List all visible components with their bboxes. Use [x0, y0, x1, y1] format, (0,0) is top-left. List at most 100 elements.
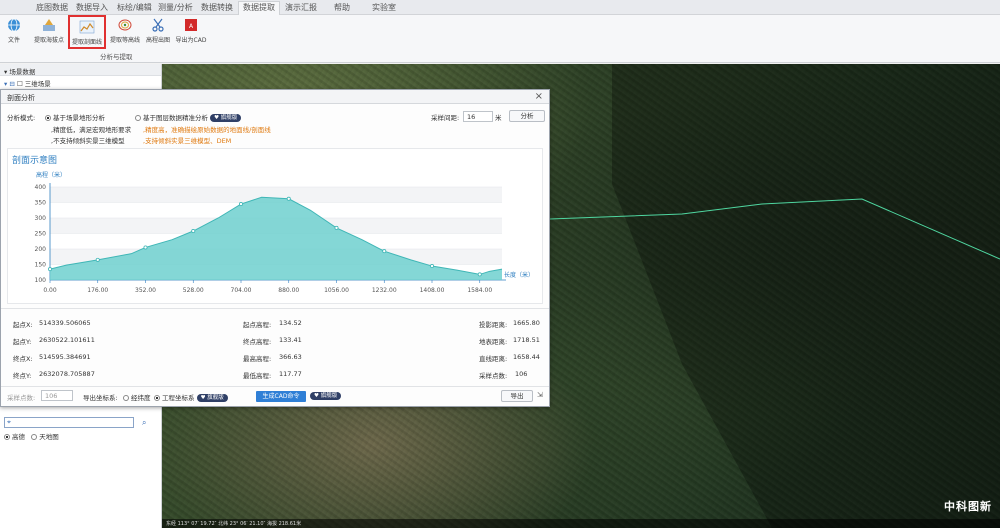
- source-label-gaode: 高德: [12, 433, 25, 441]
- sample-count-value: 106: [515, 370, 528, 378]
- mode-b-note-2: ,支持倾斜实景三维模型、DEM: [143, 137, 232, 145]
- elevation-output-label: 高程出图: [145, 37, 170, 44]
- tab-lab[interactable]: 实验室: [372, 2, 396, 15]
- profile-point: [334, 225, 339, 230]
- export-cad-button[interactable]: A 导出为CAD: [174, 17, 208, 47]
- profile-point: [286, 196, 291, 201]
- y-tick-label: 300: [35, 215, 47, 222]
- max-elev-label: 最高高程:: [243, 355, 272, 363]
- expand-icon[interactable]: ▾ ⊟: [4, 80, 15, 88]
- extract-contour-label: 提取等高线: [109, 37, 140, 44]
- scene-data-header: ▾ 场景数据: [0, 64, 161, 76]
- x-tick-label: 0.00: [43, 287, 57, 294]
- file-button[interactable]: 文件: [4, 17, 24, 47]
- min-elev-label: 最低高程:: [243, 372, 272, 380]
- profile-point: [382, 249, 387, 254]
- y-tick-label: 250: [35, 231, 47, 238]
- x-tick-label: 176.00: [87, 287, 108, 294]
- coord-flagship-badge: ♥ 旗舰版: [196, 394, 228, 402]
- coord-option-engineering[interactable]: 工程坐标系 ♥ 旗舰版: [154, 392, 228, 402]
- mode-b-option[interactable]: 基于图层数据精准分析 ♥ 旗舰版: [135, 112, 242, 122]
- profile-point: [95, 257, 100, 262]
- surface-dist-value: 1718.51: [513, 336, 540, 344]
- tab-import[interactable]: 数据导入: [76, 2, 108, 15]
- y-tick-label: 400: [35, 184, 47, 191]
- profile-point: [239, 202, 244, 207]
- x-tick-label: 1232.00: [372, 287, 397, 294]
- extract-elevation-point-label: 提取海拔点: [33, 37, 64, 44]
- coord-radio-engineering[interactable]: [154, 395, 160, 401]
- analysis-mode-label: 分析模式:: [7, 114, 36, 122]
- mode-a-radio[interactable]: [45, 115, 51, 121]
- x-tick-label: 880.00: [278, 287, 299, 294]
- source-radio-gaode[interactable]: [4, 434, 10, 440]
- coord-label-engineering: 工程坐标系: [162, 394, 195, 402]
- mode-b-radio[interactable]: [135, 115, 141, 121]
- tab-extract[interactable]: 数据提取: [238, 1, 280, 15]
- mode-a-option[interactable]: 基于场景地形分析: [45, 112, 105, 122]
- profile-area: [50, 197, 502, 280]
- tab-help[interactable]: 帮助: [334, 2, 350, 15]
- elevation-output-button[interactable]: 高程出图: [143, 17, 173, 47]
- tree-root-row[interactable]: ▾ ⊟ ☐ 三维场景: [0, 76, 161, 88]
- x-tick-label: 352.00: [135, 287, 156, 294]
- source-label-tianditu: 天地图: [39, 433, 59, 441]
- file-label: 文件: [7, 37, 20, 44]
- mountain-shadow: [612, 64, 1000, 528]
- end-y-label: 终点Y:: [13, 372, 32, 380]
- tab-convert[interactable]: 数据转换: [201, 2, 233, 15]
- surface-dist-label: 地表距离:: [479, 338, 508, 346]
- straight-dist-value: 1658.44: [513, 353, 540, 361]
- end-x-label: 终点X:: [13, 355, 33, 363]
- proj-dist-label: 投影距离:: [479, 321, 508, 329]
- export-coord-label: 导出坐标系:: [83, 394, 118, 402]
- straight-dist-label: 直线距离:: [479, 355, 508, 363]
- search-icon[interactable]: ⌕: [142, 418, 146, 428]
- export-button[interactable]: 导出: [501, 390, 533, 402]
- bottom-sample-points-label: 采样点数:: [7, 394, 36, 402]
- profile-point: [48, 267, 53, 272]
- ribbon-body: 文件 提取海拔点 提取剖面线 提取等高线 高程出图 A 导出为CAD 分析与提取: [0, 15, 1000, 63]
- tab-plot-edit[interactable]: 标绘/编辑: [117, 2, 152, 15]
- proj-dist-value: 1665.80: [513, 319, 540, 327]
- source-options: 高德 天地图: [4, 431, 59, 441]
- y-tick-label: 100: [35, 277, 47, 284]
- tab-basemap[interactable]: 底图数据: [36, 2, 68, 15]
- profile-point: [143, 245, 148, 250]
- x-tick-label: 1056.00: [324, 287, 349, 294]
- x-tick-label: 1408.00: [420, 287, 445, 294]
- stats-area: 起点X: 514339.506065 起点Y: 2630522.101611 终…: [1, 308, 549, 380]
- close-icon[interactable]: ×: [535, 91, 543, 102]
- extract-contour-button[interactable]: 提取等高线: [108, 17, 142, 47]
- tab-measure[interactable]: 测量/分析: [158, 2, 193, 15]
- start-elev-value: 134.52: [279, 319, 302, 327]
- sample-interval-input[interactable]: 16: [463, 111, 493, 122]
- checkbox-icon[interactable]: ☐: [17, 80, 23, 88]
- tab-presentation[interactable]: 演示汇报: [285, 2, 317, 15]
- profile-chart: 100 150 200 250 300 350 400 高程（米） 0.00 176.00 352.…: [35, 171, 534, 294]
- extract-profile-button[interactable]: 提取剖面线: [68, 15, 106, 49]
- x-tick-label: 528.00: [183, 287, 204, 294]
- profile-chart-panel: 剖面示意图 100 150 200 250 300 350 400 高程（米） 0.00 176.…: [7, 148, 543, 304]
- generate-cad-button[interactable]: 生成CAD命令: [256, 391, 306, 402]
- source-radio-tianditu[interactable]: [31, 434, 38, 440]
- extract-elevation-point-button[interactable]: 提取海拔点: [32, 17, 66, 47]
- coord-option-lonlat[interactable]: 经纬度: [123, 392, 151, 402]
- search-input[interactable]: ⌖: [4, 417, 134, 428]
- coord-radio-lonlat[interactable]: [123, 395, 129, 401]
- mode-a-note-2: ,不支持倾斜实景三维模型: [51, 137, 125, 145]
- x-tick-label: 704.00: [231, 287, 252, 294]
- collapse-arrow-icon[interactable]: ▾: [4, 68, 7, 76]
- analyze-button[interactable]: 分析: [509, 110, 545, 122]
- expand-icon[interactable]: ⇲: [537, 391, 543, 399]
- location-pin-icon: ⌖: [7, 418, 11, 426]
- bottom-sample-points-input[interactable]: 106: [41, 390, 73, 401]
- profile-analysis-dialog: 剖面分析 × 分析模式: 基于场景地形分析 基于图层数据精准分析 ♥ 旗舰版 ,…: [0, 89, 550, 407]
- end-elev-value: 133.41: [279, 336, 302, 344]
- start-y-label: 起点Y:: [13, 338, 32, 346]
- sample-count-label: 采样点数:: [479, 372, 508, 380]
- mode-a-note-1: ,精度低，满足宏观地形要求: [51, 126, 132, 134]
- start-x-value: 514339.506065: [39, 319, 91, 327]
- dialog-titlebar: 剖面分析 ×: [1, 90, 549, 104]
- export-cad-label: 导出为CAD: [175, 37, 207, 44]
